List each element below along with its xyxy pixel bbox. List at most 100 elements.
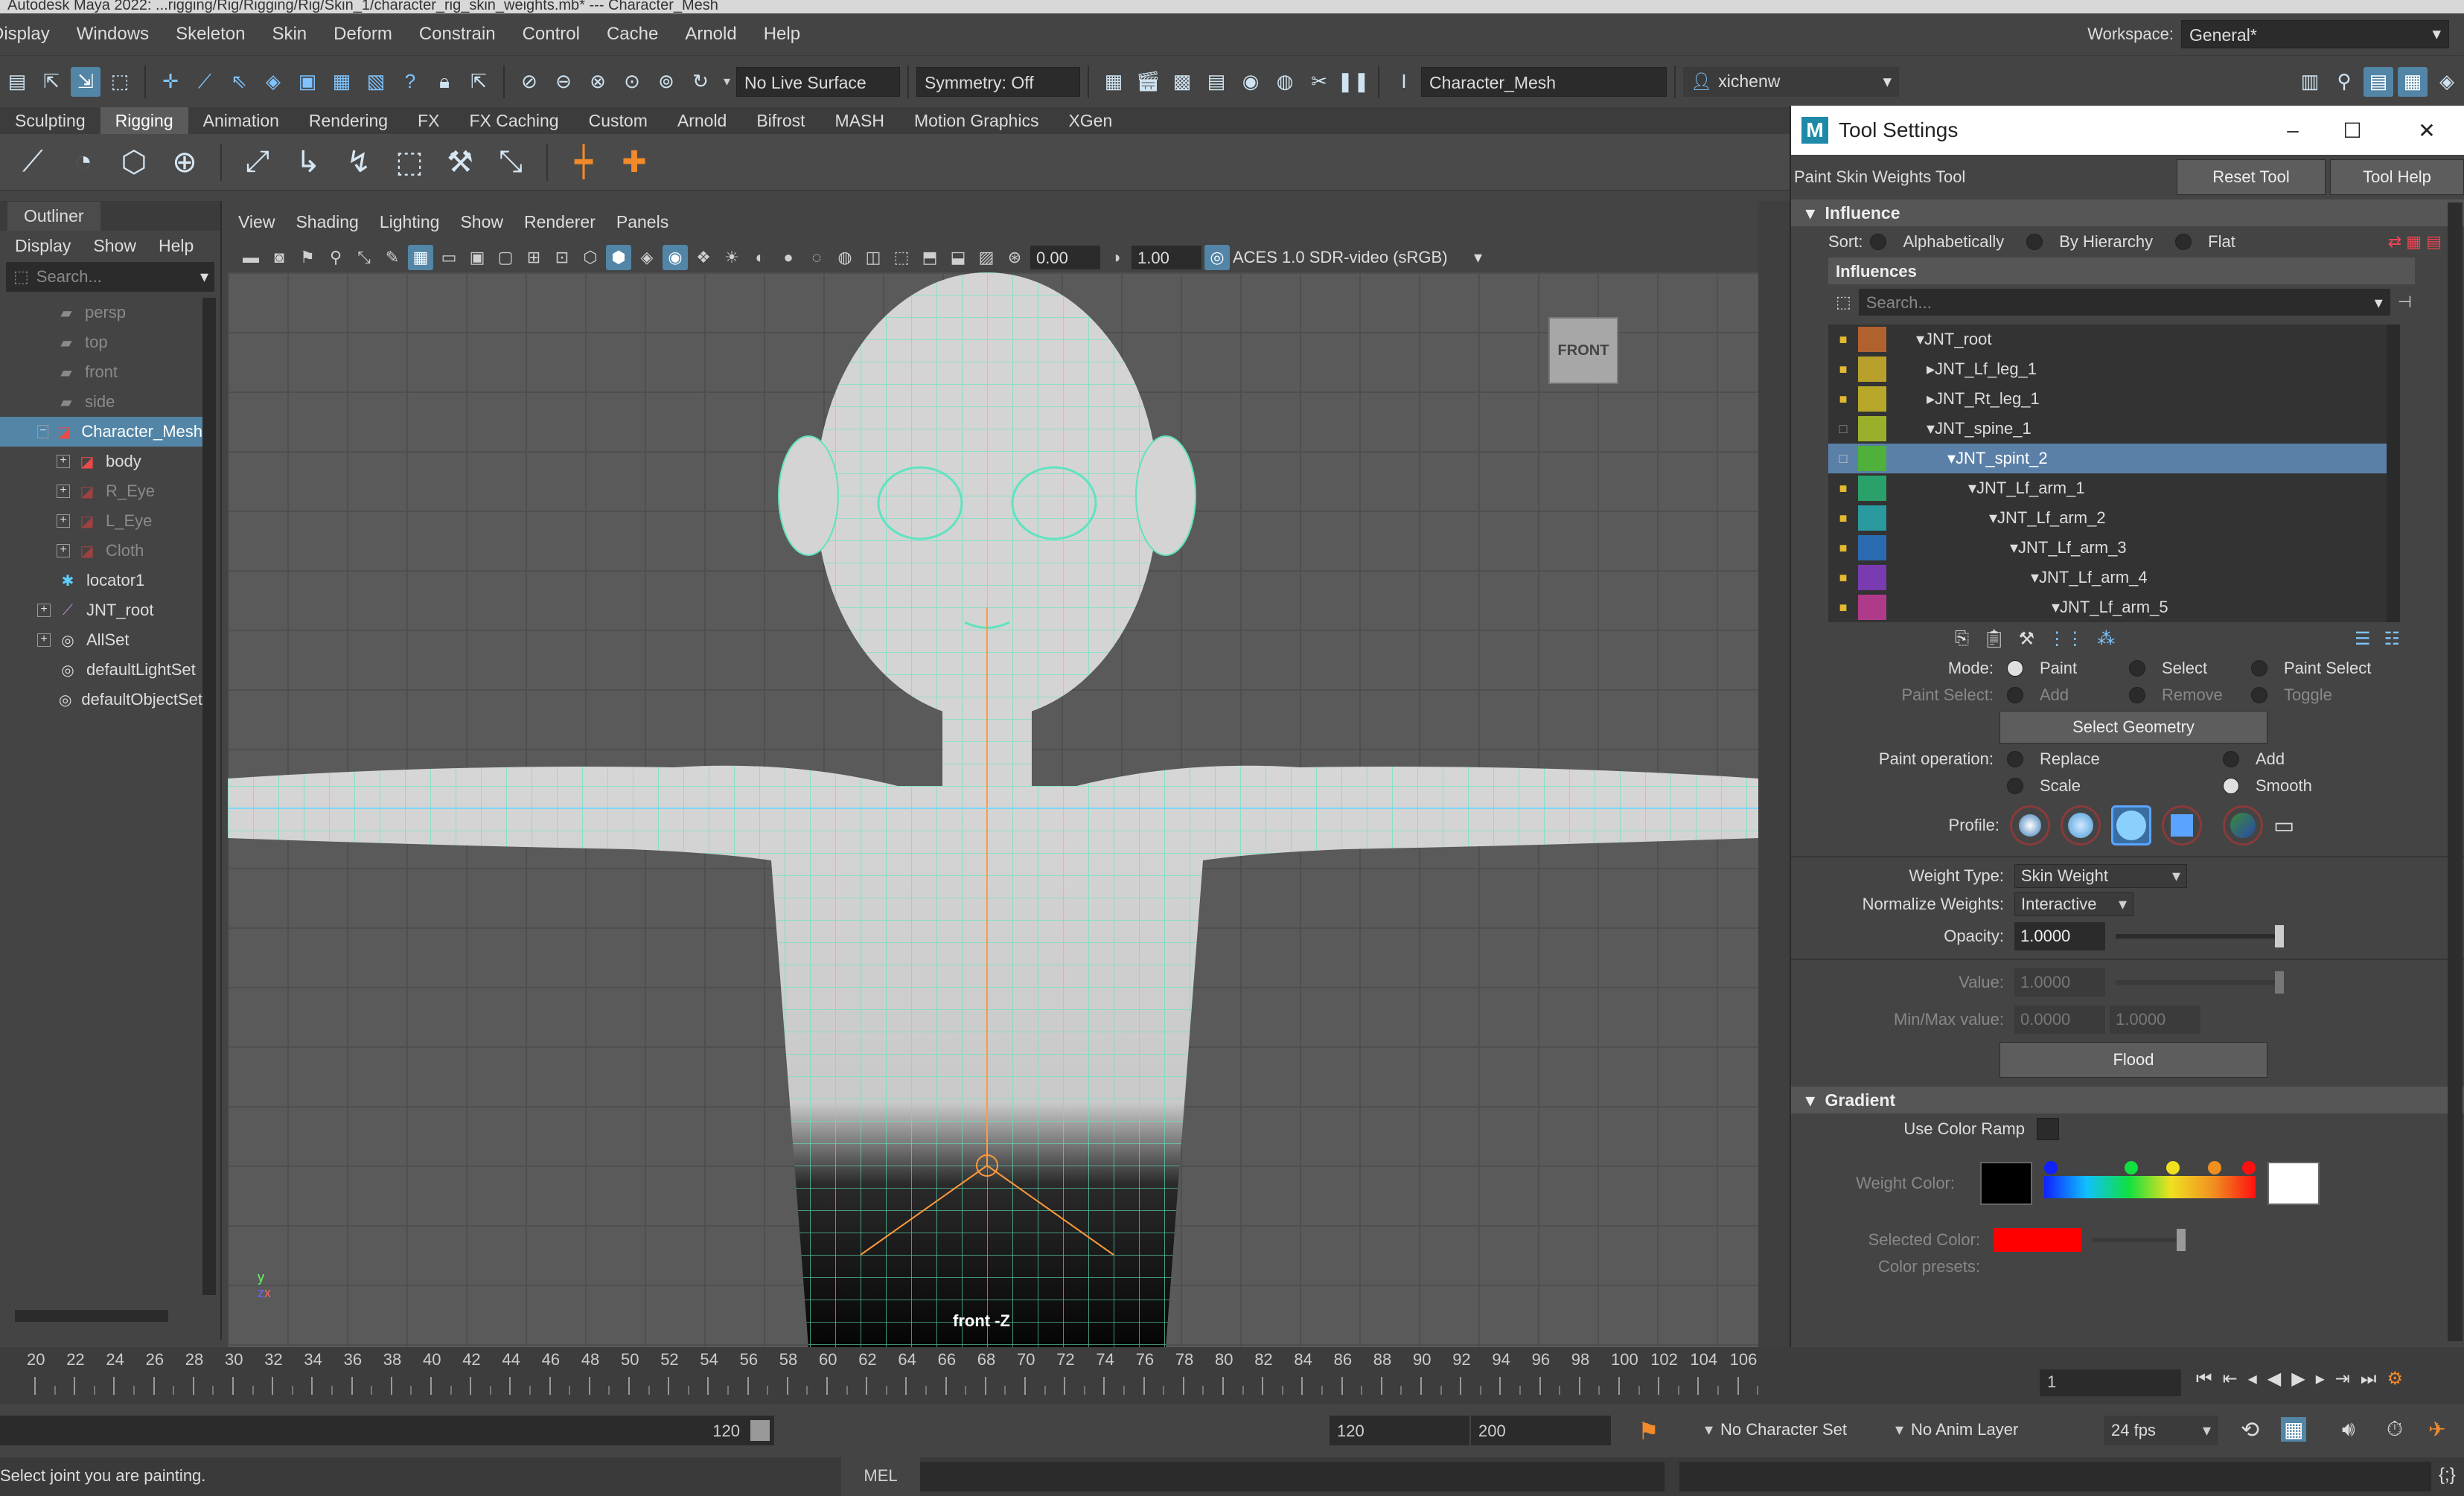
outliner-vertical-scrollbar[interactable] <box>202 298 216 1295</box>
tab-custom[interactable]: Custom <box>574 107 663 134</box>
play-forwards-icon[interactable]: ▶ <box>2291 1368 2305 1390</box>
tab-arnold[interactable]: Arnold <box>663 107 741 134</box>
xray-joints-icon[interactable]: ⬒ <box>917 245 942 270</box>
aim-constraint-icon[interactable]: ✚ <box>613 141 655 183</box>
tool-settings-scrollbar[interactable] <box>2448 202 2463 1341</box>
hypershade-icon[interactable]: ◉ <box>1236 67 1265 97</box>
influence-item-jnt-lf-arm-4[interactable]: ■ ▾ JNT_Lf_arm_4 <box>1828 563 2400 592</box>
weight-color-min-swatch[interactable] <box>1980 1162 2032 1205</box>
opacity-field[interactable]: 1.0000 <box>2014 922 2105 950</box>
influence-item-jnt-lf-arm-1[interactable]: ■ ▾ JNT_Lf_arm_1 <box>1828 473 2400 503</box>
viewport-menu-panels[interactable]: Panels <box>616 212 668 232</box>
outliner-horizontal-scrollbar[interactable] <box>15 1310 168 1322</box>
paint-op-smooth-radio[interactable] <box>2223 778 2239 794</box>
expand-icon[interactable]: ▸ <box>1927 359 1935 379</box>
textured-icon[interactable]: ◉ <box>663 245 688 270</box>
outliner-menu-show[interactable]: Show <box>93 236 136 256</box>
tool-settings-icon[interactable]: ▤ <box>2364 66 2393 97</box>
ramp-handle[interactable] <box>2166 1161 2180 1174</box>
gamma-icon[interactable]: ◑ <box>1103 245 1129 270</box>
ramp-handle[interactable] <box>2208 1161 2221 1174</box>
sort-by-hierarchy-radio[interactable] <box>2026 234 2043 250</box>
influence-item-jnt-spine-1[interactable]: □ ▾ JNT_spine_1 <box>1828 414 2400 444</box>
outliner-item-allset[interactable]: + ◎ AllSet <box>0 625 202 655</box>
magnet-point-icon[interactable]: ⊚ <box>651 67 681 97</box>
weight-hammer-icon[interactable]: ⚒ <box>2019 628 2035 650</box>
outliner-item-body[interactable]: + ◪ body <box>0 447 202 476</box>
construction-history-icon[interactable]: ↻ <box>686 67 715 97</box>
reset-tool-button[interactable]: Reset Tool <box>2177 159 2326 195</box>
fps-dropdown[interactable]: 24 fps ▾ <box>2104 1416 2218 1445</box>
expand-icon[interactable]: + <box>57 455 70 468</box>
chevron-down-icon[interactable]: ▾ <box>724 74 730 89</box>
lock-icon[interactable]: ■ <box>1828 540 1858 556</box>
tab-bifrost[interactable]: Bifrost <box>741 107 820 134</box>
render-view-icon[interactable]: ▦ <box>1099 67 1129 97</box>
blend-shape-icon[interactable]: ⤡ <box>490 141 532 183</box>
tab-sculpting[interactable]: Sculpting <box>0 107 100 134</box>
outliner-item-cloth[interactable]: + ◪ Cloth <box>0 536 202 566</box>
viewport-menu-view[interactable]: View <box>238 212 275 232</box>
outliner-menu-display[interactable]: Display <box>15 236 71 256</box>
character-set-dropdown[interactable]: ▾ No Character Set <box>1705 1420 1847 1439</box>
tab-animation[interactable]: Animation <box>188 107 294 134</box>
chevron-down-icon[interactable]: ▾ <box>1474 248 1482 267</box>
profile-soft-icon[interactable] <box>2061 805 2101 846</box>
paint-op-replace-radio[interactable] <box>2007 751 2023 767</box>
snap-orient-icon[interactable]: ▧ <box>361 67 391 97</box>
tab-rigging[interactable]: Rigging <box>100 107 188 134</box>
step-back-key-icon[interactable]: ⇤ <box>2223 1368 2238 1390</box>
lock-icon[interactable]: ■ <box>1828 481 1858 496</box>
object-name-field[interactable]: Character_Mesh <box>1421 66 1667 97</box>
collapse-list-icon[interactable]: ☷ <box>2384 628 2400 650</box>
script-editor-icon[interactable]: {;} <box>2439 1465 2456 1486</box>
resolution-gate-icon[interactable]: ▣ <box>465 245 490 270</box>
snap-component-icon[interactable]: ▦ <box>327 67 357 97</box>
film-gate-icon[interactable]: ▭ <box>436 245 462 270</box>
arnold-render-icon[interactable]: ◍ <box>1270 67 1300 97</box>
user-account[interactable]: 👤︎ xichenw ▾ <box>1683 66 1900 97</box>
expand-icon[interactable]: ▾ <box>2010 538 2018 557</box>
bind-skin-icon[interactable]: ⤢ <box>237 141 278 183</box>
outliner-item-locator1[interactable]: ✱ locator1 <box>0 566 202 595</box>
show-influences-icon[interactable]: ⁂ <box>2097 628 2115 650</box>
expand-icon[interactable]: + <box>57 514 70 528</box>
outliner-item-persp[interactable]: ▰ persp <box>0 298 202 327</box>
color-management-icon[interactable]: ◎ <box>1204 245 1230 270</box>
use-color-ramp-checkbox[interactable] <box>2037 1118 2059 1140</box>
menu-arnold[interactable]: Arnold <box>671 13 750 55</box>
input-field-icon[interactable]: I <box>1389 67 1419 97</box>
influence-item-jnt-spint-2[interactable]: □ ▾ JNT_spint_2 <box>1828 444 2400 473</box>
wireframe-icon[interactable]: ⬡ <box>578 245 603 270</box>
gradient-section-header[interactable]: ▾ Gradient <box>1791 1087 2464 1113</box>
expand-icon[interactable]: + <box>37 604 51 617</box>
go-to-start-icon[interactable]: ⏮ <box>2196 1369 2212 1390</box>
copy-weights-icon[interactable]: ⎘ <box>1955 628 1969 649</box>
lasso-icon[interactable]: ⊘ <box>514 67 544 97</box>
go-to-end-icon[interactable]: ⏭ <box>2361 1369 2377 1390</box>
folder-icon[interactable]: ▭ <box>2273 813 2294 839</box>
command-input[interactable] <box>920 1462 1665 1492</box>
view-cube-front[interactable]: FRONT <box>1548 317 1618 384</box>
mode-select-radio[interactable] <box>2129 660 2145 677</box>
outliner-item-defaultlightset[interactable]: ◎ defaultLightSet <box>0 655 202 685</box>
flood-button[interactable]: Flood <box>1999 1042 2267 1078</box>
outliner-item-front[interactable]: ▰ front <box>0 357 202 387</box>
select-by-hierarchy-icon[interactable]: ▤ <box>2 67 32 97</box>
anim-layer-dropdown[interactable]: ▾ No Anim Layer <box>1895 1420 2018 1439</box>
collapse-icon[interactable]: − <box>37 425 49 438</box>
lock-icon[interactable]: ■ <box>1828 600 1858 616</box>
lock-icon[interactable]: □ <box>1828 451 1858 467</box>
tab-fx-caching[interactable]: FX Caching <box>454 107 573 134</box>
weight-type-dropdown[interactable]: Skin Weight ▾ <box>2014 864 2187 888</box>
tab-rendering[interactable]: Rendering <box>294 107 403 134</box>
max-value-field[interactable]: 1.0000 <box>2110 1006 2200 1034</box>
loop-icon[interactable]: ⟲ <box>2241 1417 2259 1443</box>
tool-help-button[interactable]: Tool Help <box>2330 159 2464 195</box>
lock-icon[interactable]: ■ <box>1828 332 1858 348</box>
shadows-icon[interactable]: ☀ <box>719 245 744 270</box>
menu-windows[interactable]: Windows <box>63 13 162 55</box>
ramp-handle[interactable] <box>2242 1161 2256 1174</box>
animation-end-field[interactable]: 120 <box>1330 1416 1469 1445</box>
value-slider[interactable] <box>2116 971 2284 994</box>
